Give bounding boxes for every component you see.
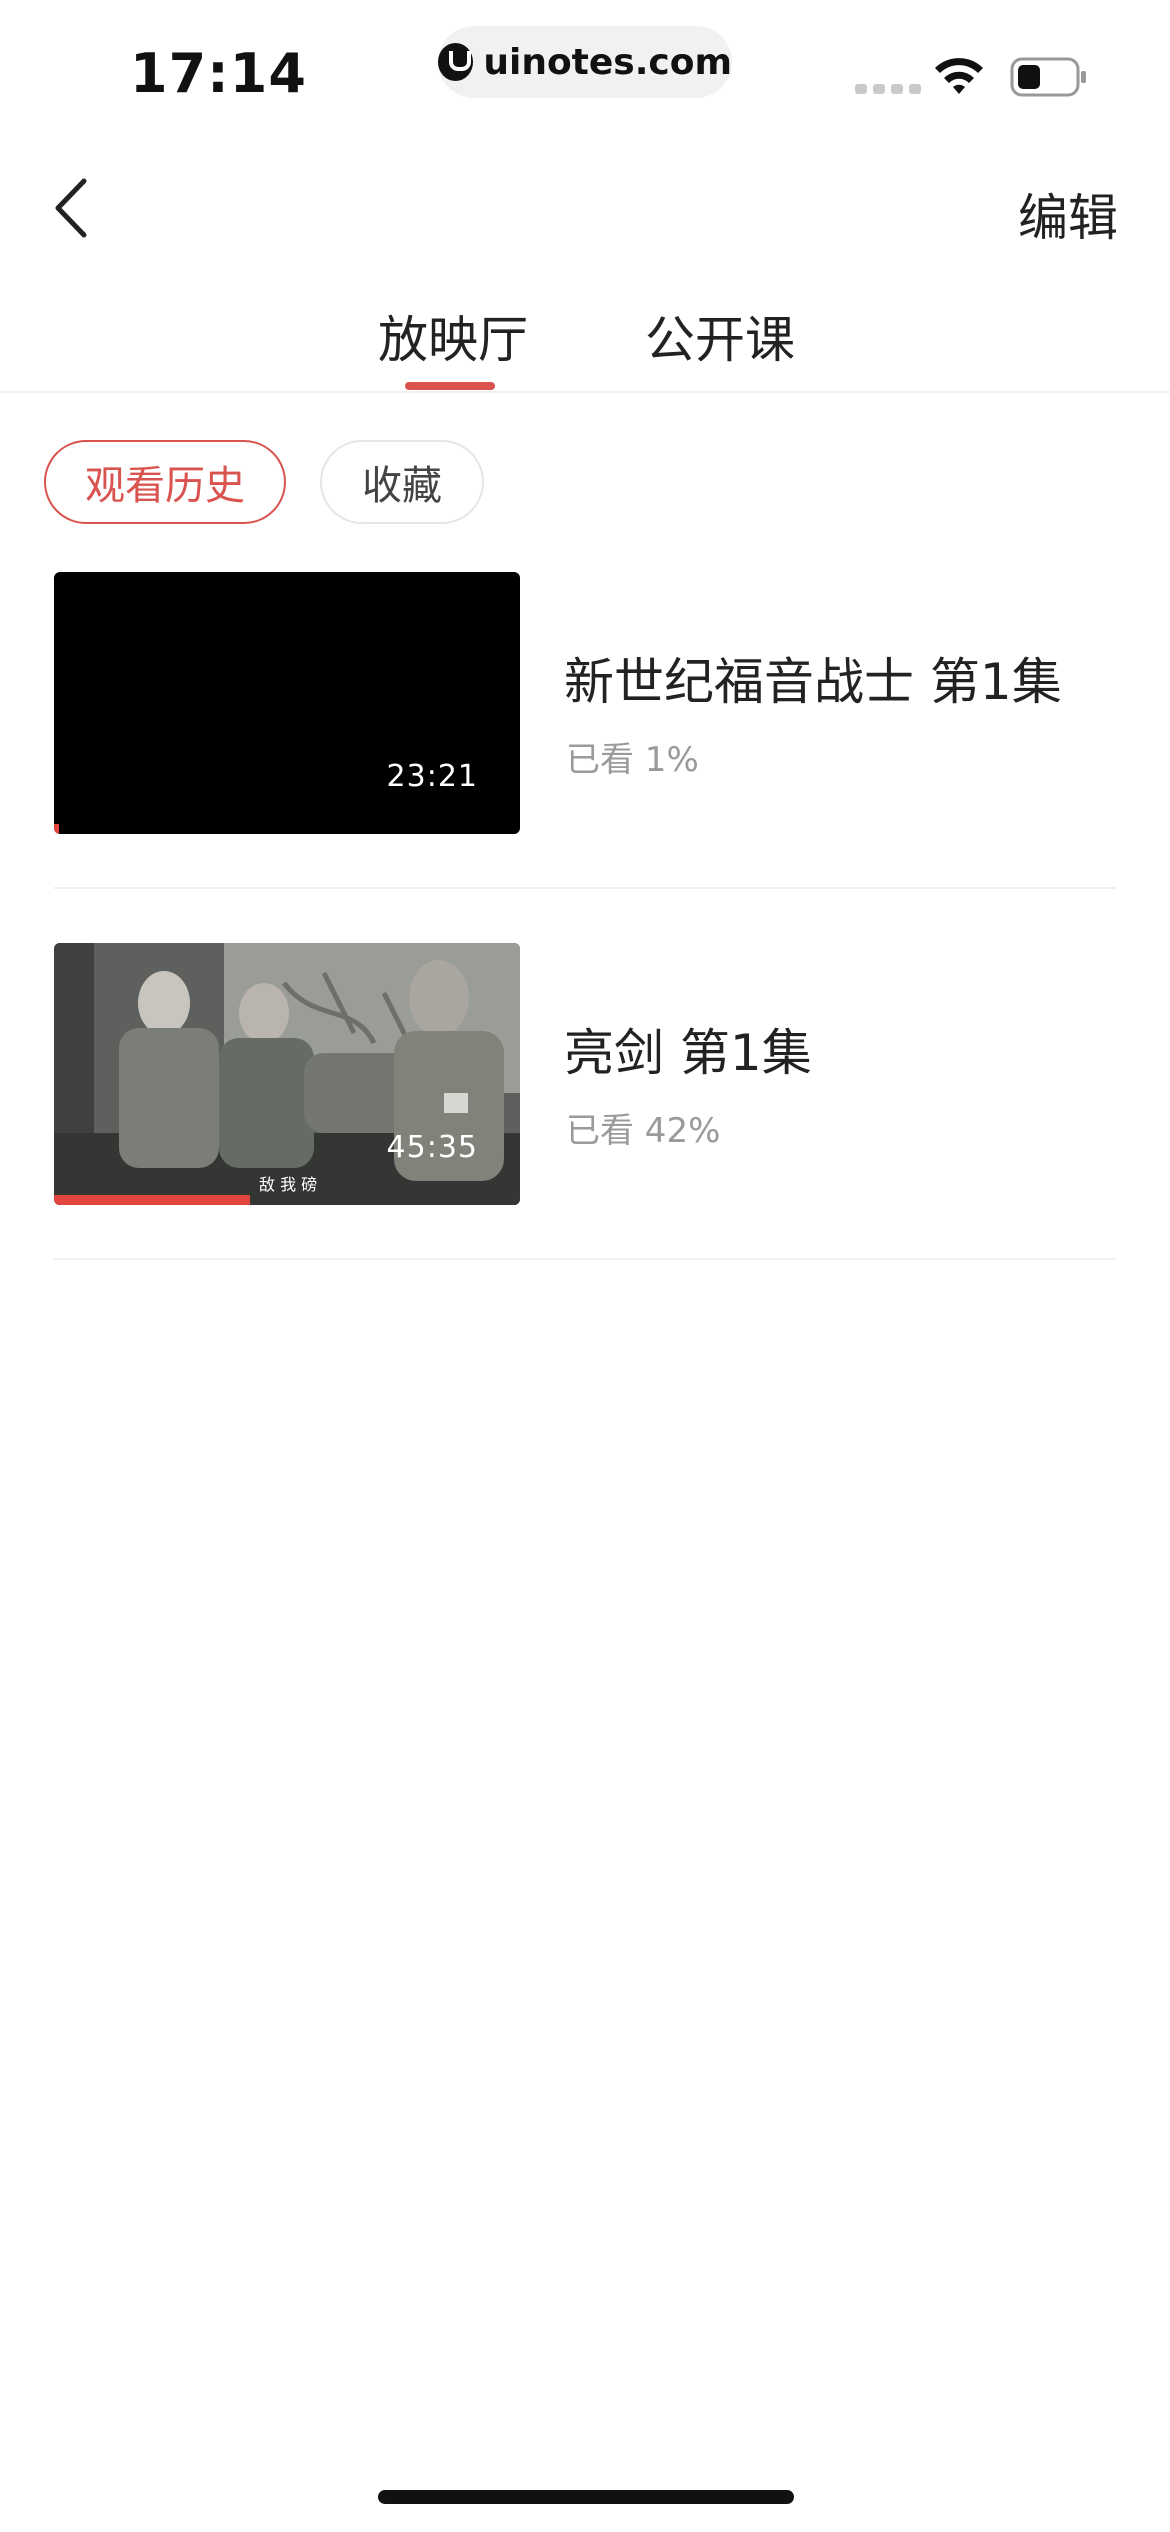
video-thumbnail[interactable]: 23:21	[54, 572, 520, 834]
video-title: 亮剑 第1集	[564, 1024, 812, 1082]
status-time: 17:14	[130, 42, 307, 105]
list-item[interactable]: 23:21 新世纪福音战士 第1集 已看 1%	[54, 572, 1116, 889]
tab-bar: 放映厅 公开课	[0, 290, 1170, 390]
filter-favorites[interactable]: 收藏	[320, 440, 484, 524]
chevron-left-icon[interactable]	[50, 175, 94, 241]
site-logo-icon	[438, 43, 474, 81]
video-duration: 45:35	[386, 1130, 478, 1165]
active-tab-indicator	[405, 382, 495, 390]
watched-progress-text: 已看 1%	[566, 740, 699, 780]
tab-theater[interactable]: 放映厅	[378, 300, 528, 372]
status-bar: 17:14 uinotes.com	[0, 0, 1170, 140]
progress-fill	[54, 1195, 250, 1205]
video-still-image	[54, 943, 520, 1205]
divider	[54, 887, 1116, 889]
progress-bar	[54, 824, 520, 834]
video-thumbnail[interactable]: 敌 我 磅 45:35	[54, 943, 520, 1205]
video-title: 新世纪福音战士 第1集	[564, 653, 1062, 711]
battery-icon	[1010, 57, 1086, 97]
video-duration: 23:21	[386, 759, 478, 794]
video-subtitle: 敌 我 磅	[259, 1175, 318, 1194]
progress-bar	[54, 1195, 520, 1205]
filter-watch-history[interactable]: 观看历史	[44, 440, 286, 524]
tab-open-course[interactable]: 公开课	[645, 300, 795, 372]
watched-progress-text: 已看 42%	[566, 1111, 721, 1151]
edit-button[interactable]: 编辑	[1018, 178, 1118, 250]
home-indicator	[378, 2490, 794, 2504]
wifi-icon	[935, 58, 983, 94]
url-text: uinotes.com	[483, 41, 732, 83]
divider	[54, 1258, 1116, 1260]
signal-icon	[855, 84, 921, 94]
url-pill: uinotes.com	[438, 26, 732, 98]
divider	[0, 391, 1170, 393]
list-item[interactable]: 敌 我 磅 45:35 亮剑 第1集 已看 42%	[54, 943, 1116, 1260]
watch-history-page: 17:14 uinotes.com 编辑 放映厅 公开课 观看历史 收藏 23:…	[0, 0, 1170, 2532]
progress-fill	[54, 824, 59, 834]
